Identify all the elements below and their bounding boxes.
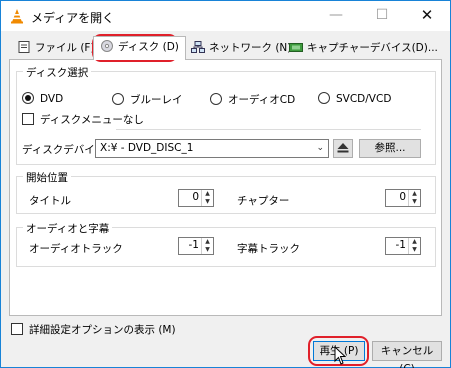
title-label: タイトル (29, 195, 71, 207)
group-title: 開始位置 (23, 170, 71, 185)
group-title: オーディオと字幕 (23, 221, 113, 236)
disc-icon (101, 40, 113, 52)
audio-track-value: -1 (188, 239, 199, 251)
subtitle-track-spinbox[interactable]: -1 ▲ ▼ (385, 237, 421, 255)
spin-arrows-icon[interactable]: ▲ ▼ (201, 238, 213, 254)
file-icon (18, 41, 30, 53)
show-more-options-checkbox[interactable]: 詳細設定オプションの表示 (M) (11, 322, 176, 337)
chapter-label: チャプター (237, 195, 290, 207)
checkbox-box (11, 323, 23, 335)
open-media-dialog: メディアを開く — ☐ ✕ ファイル (F) ディスク (D) ネットワーク (… (0, 0, 451, 368)
radio-label: ブルーレイ (130, 94, 183, 106)
radio-label: DVD (40, 93, 64, 105)
radio-label: オーディオCD (228, 94, 296, 106)
maximize-button[interactable]: ☐ (359, 1, 405, 31)
disc-device-value: X:¥ - DVD_DISC_1 (100, 142, 194, 154)
cancel-button[interactable]: キャンセル (C) (372, 341, 442, 368)
checkbox-box (22, 113, 34, 125)
radio-label: SVCD/VCD (336, 93, 392, 105)
radio-dvd[interactable]: DVD (22, 92, 63, 105)
chapter-value: 0 (399, 191, 406, 203)
subtitle-track-label: 字幕トラック (237, 243, 300, 255)
minimize-button[interactable]: — (313, 1, 359, 31)
radio-audio-cd[interactable]: オーディオCD (210, 92, 295, 107)
radio-indicator (210, 93, 222, 105)
chevron-down-icon: ⌄ (316, 143, 324, 153)
radio-indicator (22, 92, 34, 104)
tab-disc[interactable]: ディスク (D) (93, 36, 186, 60)
spin-arrows-icon[interactable]: ▲ ▼ (201, 190, 213, 206)
tab-label: ファイル (F) (35, 42, 95, 54)
eject-icon (337, 143, 349, 153)
radio-indicator (318, 92, 330, 104)
mouse-cursor-icon (334, 346, 346, 365)
checkbox-label: 詳細設定オプションの表示 (M) (29, 324, 176, 336)
start-position-group: 開始位置 (16, 170, 436, 214)
radio-bluray[interactable]: ブルーレイ (112, 92, 183, 107)
window-title: メディアを開く (31, 11, 115, 25)
disc-device-select[interactable]: X:¥ - DVD_DISC_1 ⌄ (95, 139, 329, 158)
checkbox-label: ディスクメニューなし (40, 114, 144, 126)
audio-track-label: オーディオトラック (29, 243, 123, 255)
tab-label: キャプチャーデバイス(D)... (307, 42, 438, 54)
network-icon (191, 41, 205, 53)
tab-capture-device[interactable]: キャプチャーデバイス(D)... (282, 37, 445, 59)
tab-label: ディスク (D) (118, 41, 179, 53)
spin-arrows-icon[interactable]: ▲ ▼ (408, 238, 420, 254)
no-disc-menu-checkbox[interactable]: ディスクメニューなし (22, 112, 144, 127)
title-value: 0 (192, 191, 199, 203)
tab-label: ネットワーク (N) (209, 42, 292, 54)
title-spinbox[interactable]: 0 ▲ ▼ (178, 189, 214, 207)
separator (116, 129, 421, 130)
audio-track-spinbox[interactable]: -1 ▲ ▼ (178, 237, 214, 255)
chapter-spinbox[interactable]: 0 ▲ ▼ (385, 189, 421, 207)
eject-button[interactable] (333, 139, 353, 158)
radio-svcd-vcd[interactable]: SVCD/VCD (318, 92, 391, 105)
title-bar[interactable]: メディアを開く — ☐ ✕ (1, 1, 450, 31)
capture-device-icon (289, 43, 303, 52)
spin-arrows-icon[interactable]: ▲ ▼ (408, 190, 420, 206)
group-title: ディスク選択 (23, 65, 92, 80)
disc-device-label: ディスクデバイス (22, 144, 105, 156)
tab-file[interactable]: ファイル (F) (10, 37, 102, 59)
vlc-cone-icon (11, 9, 23, 24)
close-button[interactable]: ✕ (404, 1, 450, 31)
radio-indicator (112, 93, 124, 105)
subtitle-track-value: -1 (395, 239, 406, 251)
browse-button[interactable]: 参照... (359, 139, 421, 158)
